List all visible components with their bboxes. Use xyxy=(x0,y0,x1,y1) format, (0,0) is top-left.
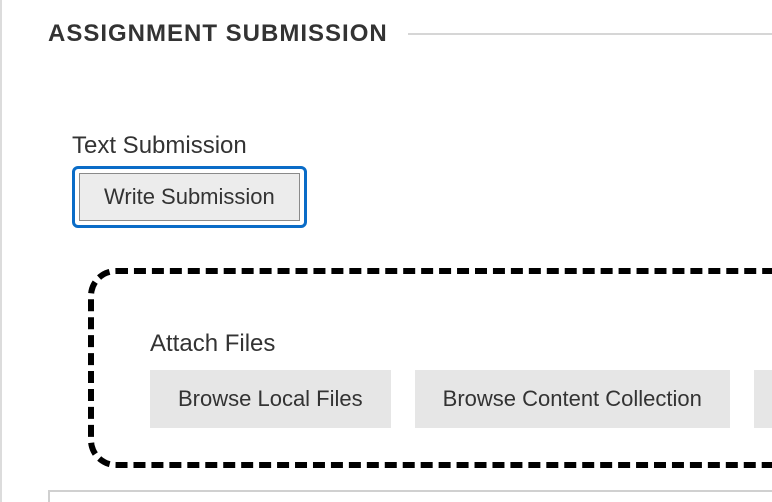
browse-local-files-button[interactable]: Browse Local Files xyxy=(150,370,391,428)
section-title: ASSIGNMENT SUBMISSION xyxy=(48,20,388,48)
write-submission-button[interactable]: Write Submission xyxy=(79,173,300,221)
text-submission-label: Text Submission xyxy=(72,132,772,160)
attach-files-dropzone[interactable]: Attach Files Browse Local Files Browse C… xyxy=(88,268,772,468)
browse-content-collection-button[interactable]: Browse Content Collection xyxy=(415,370,730,428)
attach-files-label: Attach Files xyxy=(150,330,772,358)
section-header: ASSIGNMENT SUBMISSION xyxy=(48,20,772,48)
content-area xyxy=(48,490,772,502)
text-submission-group: Text Submission Write Submission xyxy=(72,132,772,228)
attach-buttons-row: Browse Local Files Browse Content Collec… xyxy=(150,370,772,428)
attach-additional-button[interactable] xyxy=(754,370,772,428)
divider xyxy=(408,33,772,35)
assignment-submission-panel: ASSIGNMENT SUBMISSION Text Submission Wr… xyxy=(0,0,772,502)
focus-ring: Write Submission xyxy=(72,166,307,228)
